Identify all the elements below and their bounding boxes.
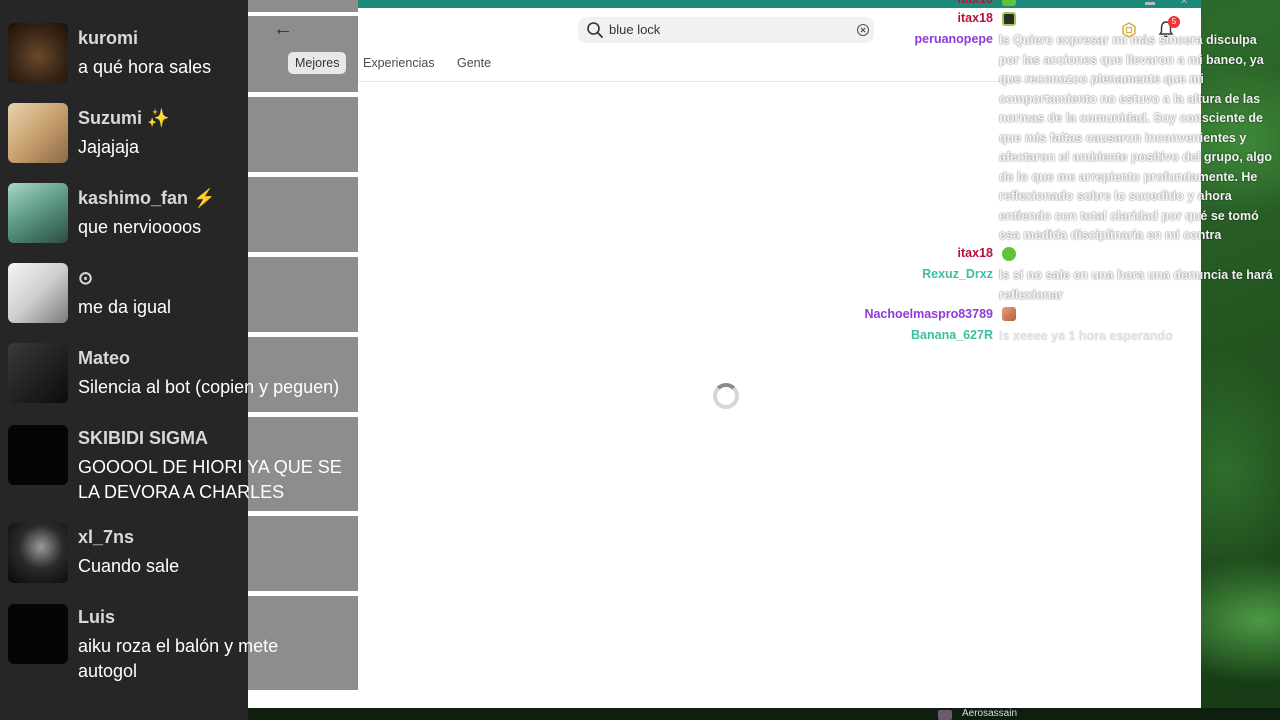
chat-username: peruanopepe xyxy=(914,32,994,46)
emote-icon xyxy=(1002,307,1016,321)
avatar xyxy=(8,523,68,583)
chat-username: SKIBIDI SIGMA xyxy=(78,428,209,448)
chat-message: Banana_627R ls xeeee ya 1 hora esperando xyxy=(0,327,1280,347)
chat-username: Nachoelmaspro83789 xyxy=(864,307,993,321)
chat-text: ls xeeee ya 1 hora esperando xyxy=(999,329,1173,343)
chat-message: Rexuz_Drxz ls si no sale en una hora una… xyxy=(0,266,1280,308)
loading-spinner-icon xyxy=(713,383,739,409)
chat-username: Banana_627R xyxy=(911,328,993,342)
taskbar-app-icon[interactable] xyxy=(938,710,952,720)
chat-username: Mateo xyxy=(78,348,131,368)
chat-text: ls si no sale en una hora una denuncia t… xyxy=(999,268,1273,302)
chat-message: itax18 xyxy=(0,246,1280,266)
chat-text: aiku roza el balón y mete autogol xyxy=(78,636,279,681)
emote-icon xyxy=(1002,12,1016,26)
chat-text: Silencia al bot (copien y peguen) xyxy=(78,377,340,397)
chat-username: xl_7ns xyxy=(78,527,135,547)
emote-icon xyxy=(1002,0,1016,6)
chat-message: peruanopepe ls Quiero expresar mi más si… xyxy=(0,31,1280,242)
chat-text: GOOOOL DE HIORI YA QUE SE LA DEVORA A CH… xyxy=(78,457,342,502)
avatar xyxy=(8,425,68,485)
avatar xyxy=(8,343,68,403)
chat-text: ls Quiero expresar mi más sincera discul… xyxy=(999,33,1272,242)
emote-icon xyxy=(1002,247,1016,261)
chat-username: itax18 xyxy=(957,11,993,25)
chat-username: Luis xyxy=(78,607,116,627)
chat-text: Cuando sale xyxy=(78,556,180,576)
chat-username: itax18 xyxy=(958,0,993,6)
chat-username: itax18 xyxy=(957,246,993,260)
taskbar: Aerosassain xyxy=(248,708,1280,720)
chat-message: Nachoelmaspro83789 xyxy=(0,307,1280,327)
taskbar-app-label[interactable]: Aerosassain xyxy=(962,708,1017,720)
chat-username: Rexuz_Drxz xyxy=(922,267,993,281)
chat-message: itax18 xyxy=(0,11,1280,31)
avatar xyxy=(8,604,68,664)
